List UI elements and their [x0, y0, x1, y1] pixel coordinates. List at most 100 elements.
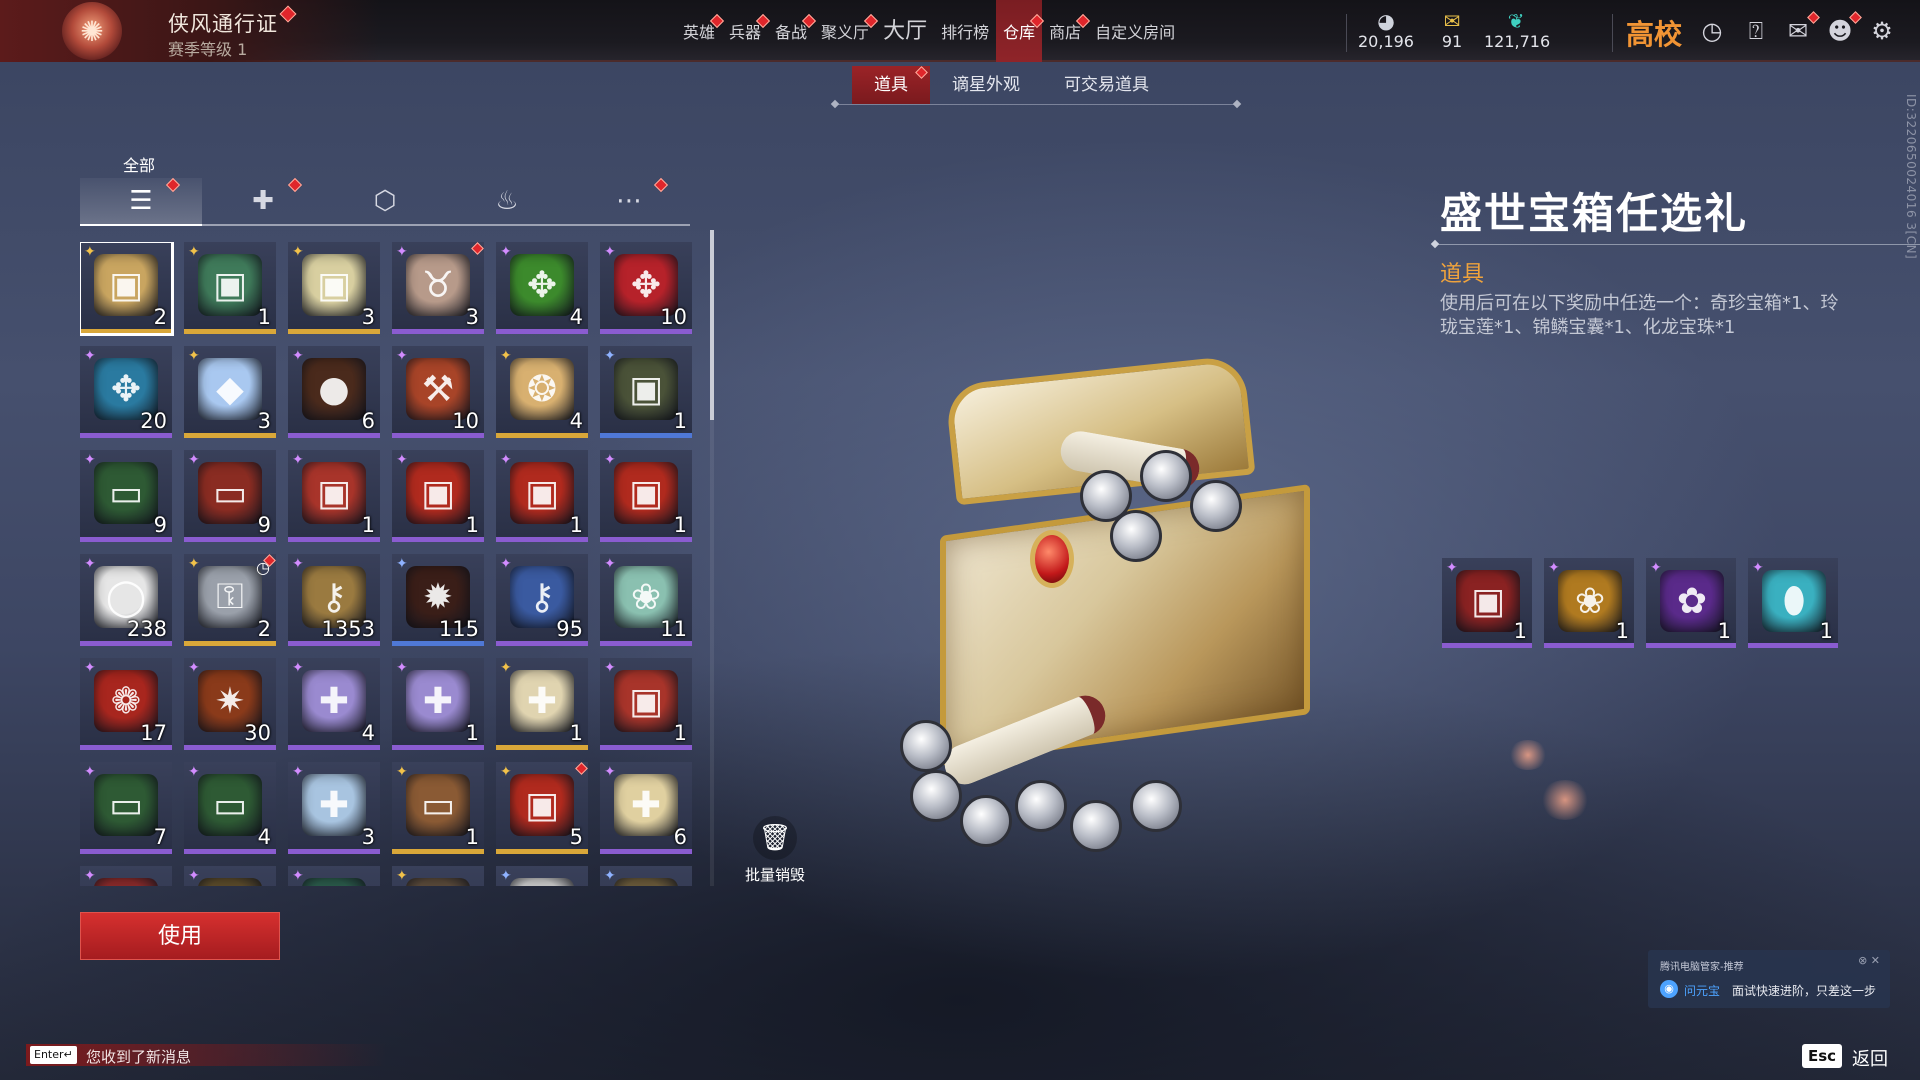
item-slot[interactable]: ✦ ▣ 3 — [288, 242, 380, 334]
timer-clock-icon: ◷ — [256, 558, 270, 577]
item-slot[interactable]: ✦ ✚ 3 — [288, 762, 380, 854]
message-bar[interactable] — [26, 1044, 386, 1066]
friends-notification-dot — [1849, 11, 1862, 24]
clock-icon[interactable]: ◷ — [1696, 15, 1728, 47]
scrollbar-thumb[interactable] — [710, 230, 714, 420]
item-quantity: 7 — [153, 825, 167, 849]
item-slot[interactable]: ✦ ◯ 238 — [80, 554, 172, 646]
back-button[interactable]: 返回 — [1852, 1045, 1888, 1071]
item-slot[interactable]: ✦ ✿ 1 — [1646, 558, 1736, 648]
item-image: ❀ — [1558, 570, 1622, 632]
nav-item[interactable]: 英雄 — [676, 0, 725, 62]
battle-pass-title[interactable]: 侠风通行证 — [168, 8, 278, 38]
subtab-label: 谪星外观 — [952, 75, 1020, 95]
item-slot[interactable]: ✦ — [288, 866, 380, 886]
item-slot[interactable]: ✦ ⚷ 95 — [496, 554, 588, 646]
item-image: ✚ — [406, 670, 470, 732]
friends-icon[interactable]: ☻ — [1824, 11, 1862, 47]
item-slot[interactable]: ✦ ⬮ 1 — [1748, 558, 1838, 648]
category-tab[interactable]: ♨ — [446, 178, 568, 224]
item-slot[interactable]: ✦ ▭ 7 — [80, 762, 172, 854]
category-tab[interactable]: ☰ — [80, 177, 202, 224]
item-slot[interactable]: ✦ ▣ 1 — [496, 450, 588, 542]
batch-destroy-button[interactable]: 🗑 批量销毁 — [738, 816, 812, 885]
item-slot[interactable]: ✦ — [600, 866, 692, 886]
nav-item[interactable]: 兵器 — [722, 0, 771, 62]
item-slot[interactable]: ✦ ▣ 5 — [496, 762, 588, 854]
item-slot[interactable]: ✦ ✷ 30 — [184, 658, 276, 750]
item-slot[interactable]: ✦ ▣ 1 — [600, 346, 692, 438]
nav-item[interactable]: 商店 — [1042, 0, 1091, 62]
item-slot[interactable]: ✦ ✚ 1 — [392, 658, 484, 750]
item-slot[interactable]: ✦ ✚ 1 — [496, 658, 588, 750]
item-slot[interactable]: ✦ ▣ 2 — [80, 242, 174, 336]
currency-mask-coin[interactable]: ◕ 20,196 — [1356, 10, 1416, 51]
item-slot[interactable]: ✦ ⚒ 10 — [392, 346, 484, 438]
item-slot[interactable]: ✦ — [184, 866, 276, 886]
nav-item-label: 大厅 — [883, 19, 928, 44]
notification-toast[interactable]: 腾讯电脑管家-推荐 ⊗ ✕ ◉ 问元宝 面试快速进阶，只差这一步 — [1648, 950, 1890, 1008]
item-slot[interactable]: ✦ ▣ 1 — [184, 242, 276, 334]
top-bar: ✺ 侠风通行证 赛季等级 1 英雄 兵器 备战 聚义厅 大厅 排行榜 仓库 商店 自定义房间 ◕… — [0, 0, 1920, 62]
item-slot[interactable]: ✦ ❀ 11 — [600, 554, 692, 646]
nav-item[interactable]: 排行榜 — [934, 0, 996, 62]
currency-jade-feather[interactable]: ❦ 121,716 — [1484, 10, 1550, 51]
item-slot[interactable]: ✦ ✥ 20 — [80, 346, 172, 438]
item-slot[interactable]: ✦ ▣ 1 — [1442, 558, 1532, 648]
esc-key-hint[interactable]: Esc — [1802, 1044, 1843, 1068]
item-slot[interactable]: ✦ ▭ 9 — [184, 450, 276, 542]
item-slot[interactable]: ✦ ♉ 3 — [392, 242, 484, 334]
item-slot[interactable]: ✦ ▣ 1 — [288, 450, 380, 542]
item-quantity: 4 — [569, 305, 583, 329]
item-slot[interactable]: ✦ ▭ 4 — [184, 762, 276, 854]
use-button[interactable]: 使用 — [80, 912, 280, 960]
nav-item[interactable]: 备战 — [768, 0, 817, 62]
item-slot[interactable]: ✦ ❀ 1 — [1544, 558, 1634, 648]
item-slot[interactable]: ✦ — [80, 866, 172, 886]
settings-gear-icon[interactable]: ⚙ — [1866, 15, 1898, 47]
item-slot[interactable]: ✦ ◆ 3 — [184, 346, 276, 438]
battle-pass-emblem-icon[interactable]: ✺ — [62, 2, 122, 60]
nav-item[interactable]: 仓库 — [996, 0, 1045, 62]
item-slot[interactable]: ✦ ⚿ ◷ 2 — [184, 554, 276, 646]
rarity-mark-icon: ✦ — [396, 660, 408, 676]
nav-item[interactable]: 大厅 — [876, 0, 934, 62]
item-slot[interactable]: ✦ ✥ 10 — [600, 242, 692, 334]
item-slot[interactable]: ✦ — [392, 866, 484, 886]
item-slot[interactable]: ✦ ▣ 1 — [392, 450, 484, 542]
subtab[interactable]: 谪星外观 — [930, 66, 1042, 104]
category-tab[interactable]: ⋯ — [568, 177, 690, 224]
item-slot[interactable]: ✦ ● 6 — [288, 346, 380, 438]
nav-item[interactable]: 自定义房间 — [1088, 0, 1182, 62]
item-slot[interactable]: ✦ ▣ 1 — [600, 450, 692, 542]
new-message-text[interactable]: 您收到了新消息 — [86, 1046, 191, 1067]
item-slot[interactable]: ✦ ✚ 4 — [288, 658, 380, 750]
item-quantity: 115 — [438, 617, 479, 641]
help-icon[interactable]: ⍰ — [1740, 15, 1772, 47]
nav-item[interactable]: 聚义厅 — [814, 0, 879, 62]
nav-item-label: 兵器 — [729, 23, 762, 42]
category-tab[interactable]: ⬡ — [324, 178, 446, 224]
subtab[interactable]: 道具 — [852, 66, 930, 104]
mail-notification-dot — [1807, 11, 1820, 24]
mail-icon[interactable]: ✉ — [1782, 11, 1820, 47]
subtab[interactable]: 可交易道具 — [1042, 66, 1171, 104]
item-slot[interactable]: ✦ ✥ 4 — [496, 242, 588, 334]
item-slot[interactable]: ✦ ✹ 115 — [392, 554, 484, 646]
item-image: ✚ — [614, 774, 678, 836]
toast-close-icon[interactable]: ⊗ ✕ — [1858, 954, 1880, 967]
rarity-mark-icon: ✦ — [84, 348, 96, 364]
item-slot[interactable]: ✦ ▭ 1 — [392, 762, 484, 854]
item-slot[interactable]: ✦ ✚ 6 — [600, 762, 692, 854]
item-slot[interactable]: ✦ ❂ 4 — [496, 346, 588, 438]
toast-message: 面试快速进阶，只差这一步 — [1732, 984, 1877, 998]
item-slot[interactable]: ✦ ▣ 1 — [600, 658, 692, 750]
item-slot[interactable]: ✦ ▭ 9 — [80, 450, 172, 542]
rarity-mark-icon: ✦ — [396, 244, 408, 260]
currency-gold-ticket[interactable]: ✉ 91 — [1432, 10, 1472, 51]
item-slot[interactable]: ✦ — [496, 866, 588, 886]
category-tab[interactable]: ✚ — [202, 177, 324, 224]
inventory-scrollbar[interactable] — [710, 230, 714, 886]
item-slot[interactable]: ✦ ❁ 17 — [80, 658, 172, 750]
item-slot[interactable]: ✦ ⚷ 1353 — [288, 554, 380, 646]
